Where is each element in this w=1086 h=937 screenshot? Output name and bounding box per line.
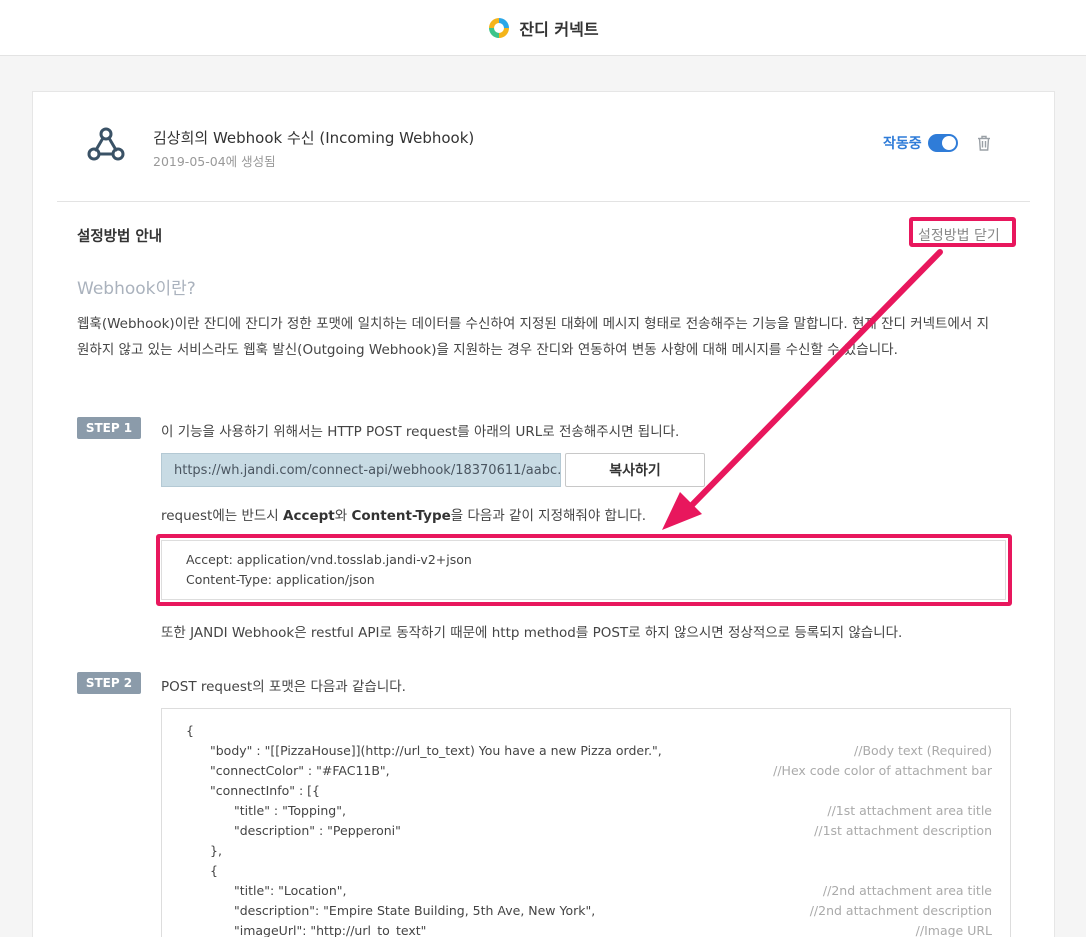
top-bar: 잔디 커넥트 [0,0,1086,56]
request-format-code: { "body" : "[[PizzaHouse]](http://url_to… [161,708,1011,937]
code-text: "body" : "[[PizzaHouse]](http://url_to_t… [210,743,662,758]
request-note-and: 와 [334,508,352,524]
brand: 잔디 커넥트 [487,16,599,40]
active-toggle[interactable] [927,134,958,152]
connector-card: 김상희의 Webhook 수신 (Incoming Webhook) 2019-… [32,91,1055,937]
code-comment: //2nd attachment description [809,903,992,918]
request-note-suffix: 을 다음과 같이 지정해줘야 합니다. [450,508,647,524]
code-line: "body" : "[[PizzaHouse]](http://url_to_t… [162,741,1010,761]
copy-url-button[interactable]: 복사하기 [565,453,705,487]
step-1-badge: STEP 1 [77,417,141,439]
code-text: }, [210,843,222,858]
connector-title: 김상희의 Webhook 수신 (Incoming Webhook) [153,129,475,147]
webhook-icon [87,127,125,161]
code-line: "title": "Location", //2nd attachment are… [162,881,1010,901]
webhook-url-field[interactable]: https://wh.jandi.com/connect-api/webhook… [161,453,561,487]
code-text: "imageUrl": "http://url_to_text" [234,923,427,937]
request-note-prefix: request에는 반드시 [161,508,283,524]
code-comment: //2nd attachment area title [822,883,992,898]
accept-header-line: Accept: application/vnd.tosslab.jandi-v2… [186,552,472,567]
app-title: 잔디 커넥트 [519,19,599,39]
status-label: 작동중 [883,136,922,152]
code-text: "title": "Location", [234,883,347,898]
content-type-header-line: Content-Type: application/json [186,572,375,587]
code-line: "imageUrl": "http://url_to_text" //Image … [162,921,1010,937]
guide-title: 설정방법 안내 [77,229,163,245]
close-guide-link[interactable]: 설정방법 닫기 [918,225,1000,245]
step-1-text: 이 기능을 사용하기 위해서는 HTTP POST request를 아래의 U… [161,424,680,440]
request-header-note: request에는 반드시 Accept와 Content-Type을 다음과 … [161,504,646,524]
status-control: 작동중 [883,133,958,153]
code-line: "description": "Empire State Building, 5… [162,901,1010,921]
code-line: "connectColor" : "#FAC11B", //Hex code co… [162,761,1010,781]
toggle-knob [941,136,956,150]
code-comment: //1st attachment area title [827,803,992,818]
code-text: { [210,863,218,878]
code-text: "connectColor" : "#FAC11B", [210,763,390,778]
code-text: "connectInfo" : [{ [210,783,320,798]
accept-keyword: Accept [283,508,335,524]
code-comment: //Image URL [915,923,992,937]
code-line: { [162,721,1010,741]
code-line: { [162,861,1010,881]
trash-icon[interactable] [977,135,991,151]
restful-note: 또한 JANDI Webhook은 restful API로 동작하기 때문에 … [161,625,903,641]
code-text: { [186,723,194,738]
code-line: }, [162,841,1010,861]
step-2-badge: STEP 2 [77,672,141,694]
code-comment: //Body text (Required) [854,743,992,758]
divider [57,201,1030,202]
step-2-text: POST request의 포맷은 다음과 같습니다. [161,679,406,695]
code-line: "connectInfo" : [{ [162,781,1010,801]
connector-created-date: 2019-05-04에 생성됨 [153,154,276,169]
code-line: "description" : "Pepperoni" //1st attachm… [162,821,1010,841]
content-type-keyword: Content-Type [351,508,451,524]
code-comment: //1st attachment description [814,823,992,838]
code-comment: //Hex code color of attachment bar [773,763,992,778]
jandi-connect-logo-icon [489,17,510,38]
code-text: "description" : "Pepperoni" [234,823,401,838]
code-line: "title" : "Topping", //1st attachment are… [162,801,1010,821]
request-headers-box: Accept: application/vnd.tosslab.jandi-v2… [161,540,1006,600]
webhook-intro: 웹훅(Webhook)이란 잔디에 잔디가 정한 포맷에 일치하는 데이터를 수… [77,316,990,358]
code-text: "description": "Empire State Building, 5… [234,903,596,918]
code-text: "title" : "Topping", [234,803,346,818]
webhook-heading: Webhook이란? [77,279,196,299]
